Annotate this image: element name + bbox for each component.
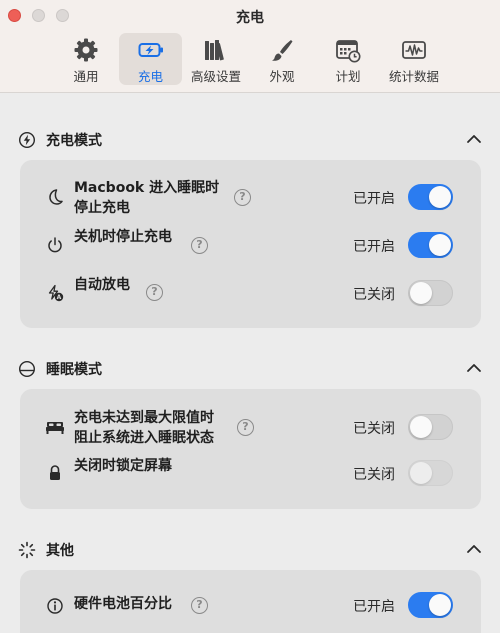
setting-row-lock-screen-on-close: 关闭时锁定屏幕 已关闭	[20, 458, 481, 489]
lock-icon	[50, 465, 60, 480]
settings-card-other: 硬件电池百分比 ? 已开启	[20, 570, 481, 633]
setting-row-prevent-sleep: 充电未达到最大限值时 阻止系统进入睡眠状态 ? 已关闭	[20, 408, 481, 448]
stop-charging-on-shutdown-toggle[interactable]	[408, 232, 453, 258]
tab-charging[interactable]: 充电	[119, 33, 182, 85]
section-title: 睡眠模式	[46, 362, 102, 378]
tab-label: 高级设置	[190, 69, 241, 84]
status-text: 已开启	[353, 599, 395, 615]
help-button[interactable]: ?	[191, 237, 208, 254]
help-button[interactable]: ?	[234, 189, 251, 206]
tab-appearance[interactable]: 外观	[257, 33, 307, 85]
moon-icon	[49, 189, 63, 205]
setting-label: 硬件电池百分比	[74, 596, 172, 612]
tab-statistics[interactable]: 统计数据	[384, 33, 444, 85]
toolbar: 充电 通用 充电 高级设置 外观 计划 统计数据	[0, 0, 500, 93]
sunset-icon	[18, 360, 36, 378]
help-button[interactable]: ?	[191, 597, 208, 614]
svg-text:A: A	[57, 294, 62, 301]
section-title: 充电模式	[46, 133, 102, 149]
setting-row-hardware-battery-percentage: 硬件电池百分比 ? 已开启	[20, 592, 481, 626]
setting-label: 充电未达到最大限值时 阻止系统进入睡眠状态	[74, 410, 214, 446]
waveform-chart-icon	[402, 41, 426, 59]
setting-label: 自动放电	[74, 277, 130, 293]
setting-label: 关闭时锁定屏幕	[74, 458, 172, 474]
section-header-charge-mode: 充电模式	[18, 129, 482, 151]
loading-spinner-icon	[18, 541, 36, 559]
hardware-battery-percentage-toggle[interactable]	[408, 592, 453, 618]
setting-row-stop-charging-on-shutdown: 关机时停止充电 ? 已开启	[20, 229, 481, 260]
chevron-up-icon[interactable]	[466, 361, 482, 375]
tab-label: 充电	[137, 69, 163, 84]
section-header-sleep-mode: 睡眠模式	[18, 358, 482, 380]
tab-label: 统计数据	[388, 69, 439, 84]
tab-label: 计划	[335, 69, 361, 84]
status-text: 已关闭	[353, 421, 395, 437]
bolt-circle-icon	[18, 131, 36, 149]
books-icon	[205, 40, 224, 61]
gear-icon	[74, 38, 98, 62]
setting-row-auto-discharge: A 自动放电 ? 已关闭	[20, 277, 481, 308]
tab-schedule[interactable]: 计划	[323, 33, 373, 85]
tab-label: 外观	[269, 69, 295, 84]
settings-card-sleep-mode: 充电未达到最大限值时 阻止系统进入睡眠状态 ? 已关闭 关闭时锁定屏幕 已关闭	[20, 389, 481, 509]
status-text: 已开启	[353, 239, 395, 255]
status-text: 已关闭	[353, 467, 395, 483]
window-title: 充电	[236, 10, 264, 26]
chevron-up-icon[interactable]	[466, 542, 482, 556]
settings-card-charge-mode: Macbook 进入睡眠时 停止充电 ? 已开启 关机时停止充电 ? 已开启 A…	[20, 160, 481, 328]
chevron-up-icon[interactable]	[466, 132, 482, 146]
calendar-clock-icon	[336, 40, 361, 63]
tab-advanced[interactable]: 高级设置	[187, 33, 245, 85]
paintbrush-icon	[272, 40, 293, 61]
lock-screen-on-close-toggle[interactable]	[408, 460, 453, 486]
setting-label: 关机时停止充电	[74, 229, 172, 245]
auto-discharge-toggle[interactable]	[408, 280, 453, 306]
battery-charging-icon	[138, 43, 163, 57]
section-title: 其他	[46, 543, 74, 559]
tab-label: 通用	[73, 69, 99, 84]
stop-charging-on-sleep-toggle[interactable]	[408, 184, 453, 210]
setting-label: Macbook 进入睡眠时 停止充电	[74, 180, 220, 216]
prevent-sleep-toggle[interactable]	[408, 414, 453, 440]
status-text: 已开启	[353, 191, 395, 207]
help-button[interactable]: ?	[237, 419, 254, 436]
auto-discharge-icon: A	[48, 284, 64, 302]
help-button[interactable]: ?	[146, 284, 163, 301]
tab-general[interactable]: 通用	[60, 33, 112, 85]
info-circle-icon	[47, 598, 63, 614]
setting-row-stop-charging-on-sleep: Macbook 进入睡眠时 停止充电 ? 已开启	[20, 178, 481, 218]
power-icon	[48, 237, 62, 253]
section-header-other: 其他	[18, 539, 482, 561]
bed-icon	[46, 422, 64, 434]
status-text: 已关闭	[353, 287, 395, 303]
